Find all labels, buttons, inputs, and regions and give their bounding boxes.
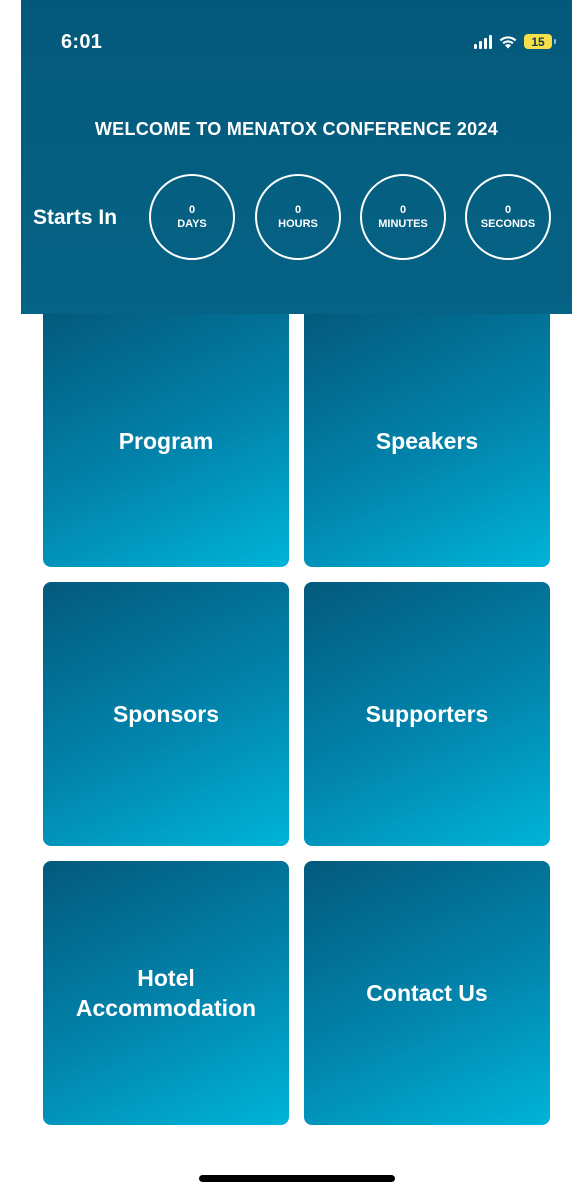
- starts-in-label: Starts In: [33, 206, 118, 229]
- countdown-hours-label: HOURS: [278, 217, 318, 230]
- status-icons: 15: [474, 34, 556, 49]
- supporters-tile-label: Supporters: [365, 701, 489, 727]
- countdown-hours: 0 HOURS: [255, 174, 341, 260]
- countdown-minutes: 0 MINUTES: [360, 174, 446, 260]
- status-time: 6:01: [61, 31, 103, 53]
- speakers-tile-label: Speakers: [375, 427, 479, 454]
- contact-us-tile-label: Contact Us: [366, 980, 488, 1006]
- header-banner: 6:01 15 WELCOME TO MENATOX CONFERENCE 20…: [21, 0, 572, 314]
- sponsors-tile-label: Sponsors: [112, 701, 220, 727]
- countdown-days: 0 DAYS: [149, 174, 235, 260]
- home-indicator[interactable]: [199, 1175, 395, 1182]
- contact-us-tile[interactable]: Contact Us: [304, 861, 550, 1125]
- countdown-seconds-label: SECONDS: [480, 217, 536, 230]
- speakers-tile[interactable]: Speakers: [304, 314, 550, 567]
- countdown-hours-value: 0: [294, 203, 302, 216]
- countdown-days-label: DAYS: [177, 217, 207, 230]
- hotel-accommodation-tile[interactable]: Hotel Accommodation: [43, 861, 289, 1125]
- countdown-seconds-value: 0: [504, 203, 512, 216]
- battery-icon: 15: [524, 34, 556, 49]
- wifi-icon: [499, 35, 517, 48]
- supporters-tile[interactable]: Supporters: [304, 582, 550, 846]
- program-tile[interactable]: Program: [43, 314, 289, 567]
- program-tile-label: Program: [118, 427, 214, 454]
- signal-icon: [474, 34, 492, 49]
- countdown-days-value: 0: [188, 203, 196, 216]
- page-title: WELCOME TO MENATOX CONFERENCE 2024: [94, 119, 499, 139]
- countdown-minutes-label: MINUTES: [378, 217, 428, 230]
- countdown-seconds: 0 SECONDS: [465, 174, 551, 260]
- sponsors-tile[interactable]: Sponsors: [43, 582, 289, 846]
- hotel-accommodation-tile-label: Hotel Accommodation: [75, 965, 257, 1021]
- countdown-minutes-value: 0: [399, 203, 407, 216]
